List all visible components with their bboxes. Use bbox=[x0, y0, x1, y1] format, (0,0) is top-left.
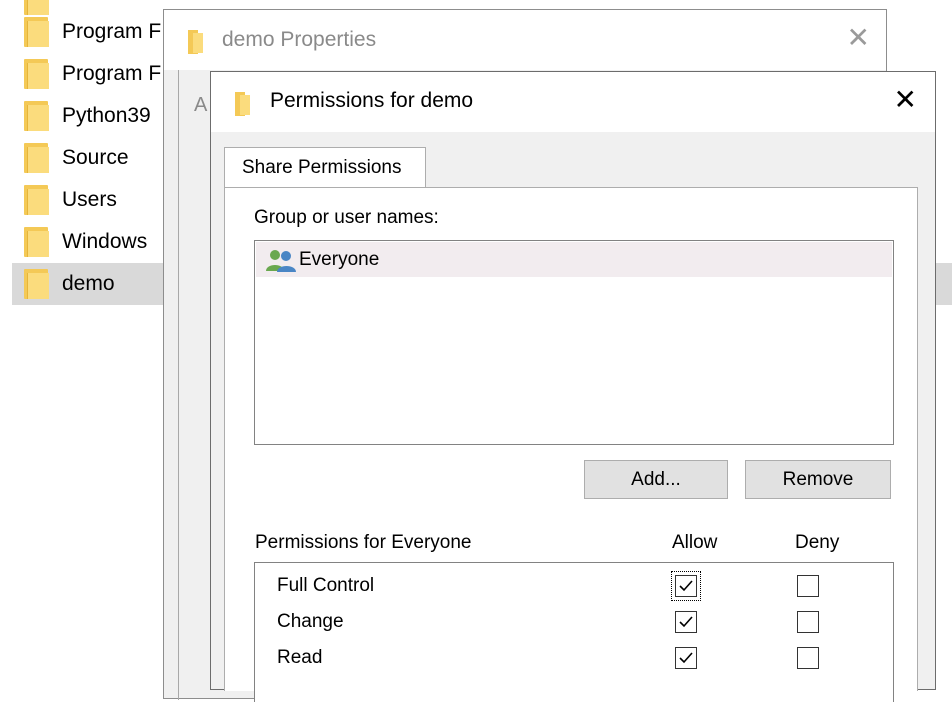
remove-button[interactable]: Remove bbox=[745, 460, 891, 499]
permissions-dialog: Permissions for demo ✕ Share Permissions… bbox=[210, 71, 936, 702]
file-name: Windows bbox=[62, 230, 148, 253]
allow-checkbox[interactable] bbox=[671, 571, 701, 601]
folder-icon bbox=[24, 59, 49, 89]
permission-name: Read bbox=[277, 647, 323, 668]
permission-name: Full Control bbox=[277, 575, 375, 596]
permission-name: Change bbox=[277, 611, 344, 632]
permission-row-read: Read bbox=[255, 642, 893, 676]
properties-tab-partial[interactable]: A bbox=[194, 94, 207, 117]
check-icon bbox=[679, 580, 693, 592]
permission-row-full-control: Full Control bbox=[255, 570, 893, 604]
add-button[interactable]: Add... bbox=[584, 460, 728, 499]
deny-header: Deny bbox=[795, 532, 840, 553]
deny-checkbox[interactable] bbox=[797, 647, 819, 669]
group-label: Group or user names: bbox=[254, 207, 439, 228]
check-icon bbox=[679, 652, 693, 664]
list-item-everyone[interactable]: Everyone bbox=[256, 242, 892, 277]
folder-icon bbox=[24, 227, 49, 257]
file-name: demo bbox=[62, 272, 115, 295]
permissions-title: Permissions for demo bbox=[270, 89, 474, 112]
file-name: Python39 bbox=[62, 104, 151, 127]
folder-icon bbox=[24, 17, 49, 47]
allow-checkbox[interactable] bbox=[675, 647, 697, 669]
permissions-titlebar[interactable]: Permissions for demo ✕ bbox=[211, 72, 935, 132]
permissions-header: Permissions for Everyone bbox=[255, 532, 472, 553]
properties-titlebar[interactable]: demo Properties ✕ bbox=[164, 10, 886, 70]
allow-header: Allow bbox=[672, 532, 718, 553]
tab-share-permissions[interactable]: Share Permissions bbox=[224, 147, 426, 188]
folder-icon bbox=[24, 143, 49, 173]
folder-icon bbox=[188, 30, 206, 54]
file-name: Users bbox=[62, 188, 117, 211]
properties-title: demo Properties bbox=[222, 28, 377, 51]
permissions-table: Full Control Change Read bbox=[254, 562, 894, 702]
allow-checkbox[interactable] bbox=[675, 611, 697, 633]
folder-icon bbox=[24, 269, 49, 299]
permission-row-change: Change bbox=[255, 606, 893, 640]
divider bbox=[178, 70, 179, 700]
folder-icon bbox=[24, 185, 49, 215]
user-list[interactable]: Everyone bbox=[254, 240, 894, 445]
users-group-icon bbox=[266, 249, 296, 272]
check-icon bbox=[679, 616, 693, 628]
folder-icon bbox=[24, 101, 49, 131]
close-icon[interactable]: ✕ bbox=[894, 86, 917, 114]
close-icon[interactable]: ✕ bbox=[847, 24, 870, 52]
file-name: Source bbox=[62, 146, 129, 169]
deny-checkbox[interactable] bbox=[797, 611, 819, 633]
user-name: Everyone bbox=[299, 248, 380, 270]
folder-icon bbox=[235, 92, 253, 116]
file-name: Program F bbox=[62, 20, 162, 43]
deny-checkbox[interactable] bbox=[797, 575, 819, 597]
file-name: Program F bbox=[62, 62, 162, 85]
share-permissions-panel: Group or user names: Everyone Add... Rem… bbox=[224, 187, 918, 702]
